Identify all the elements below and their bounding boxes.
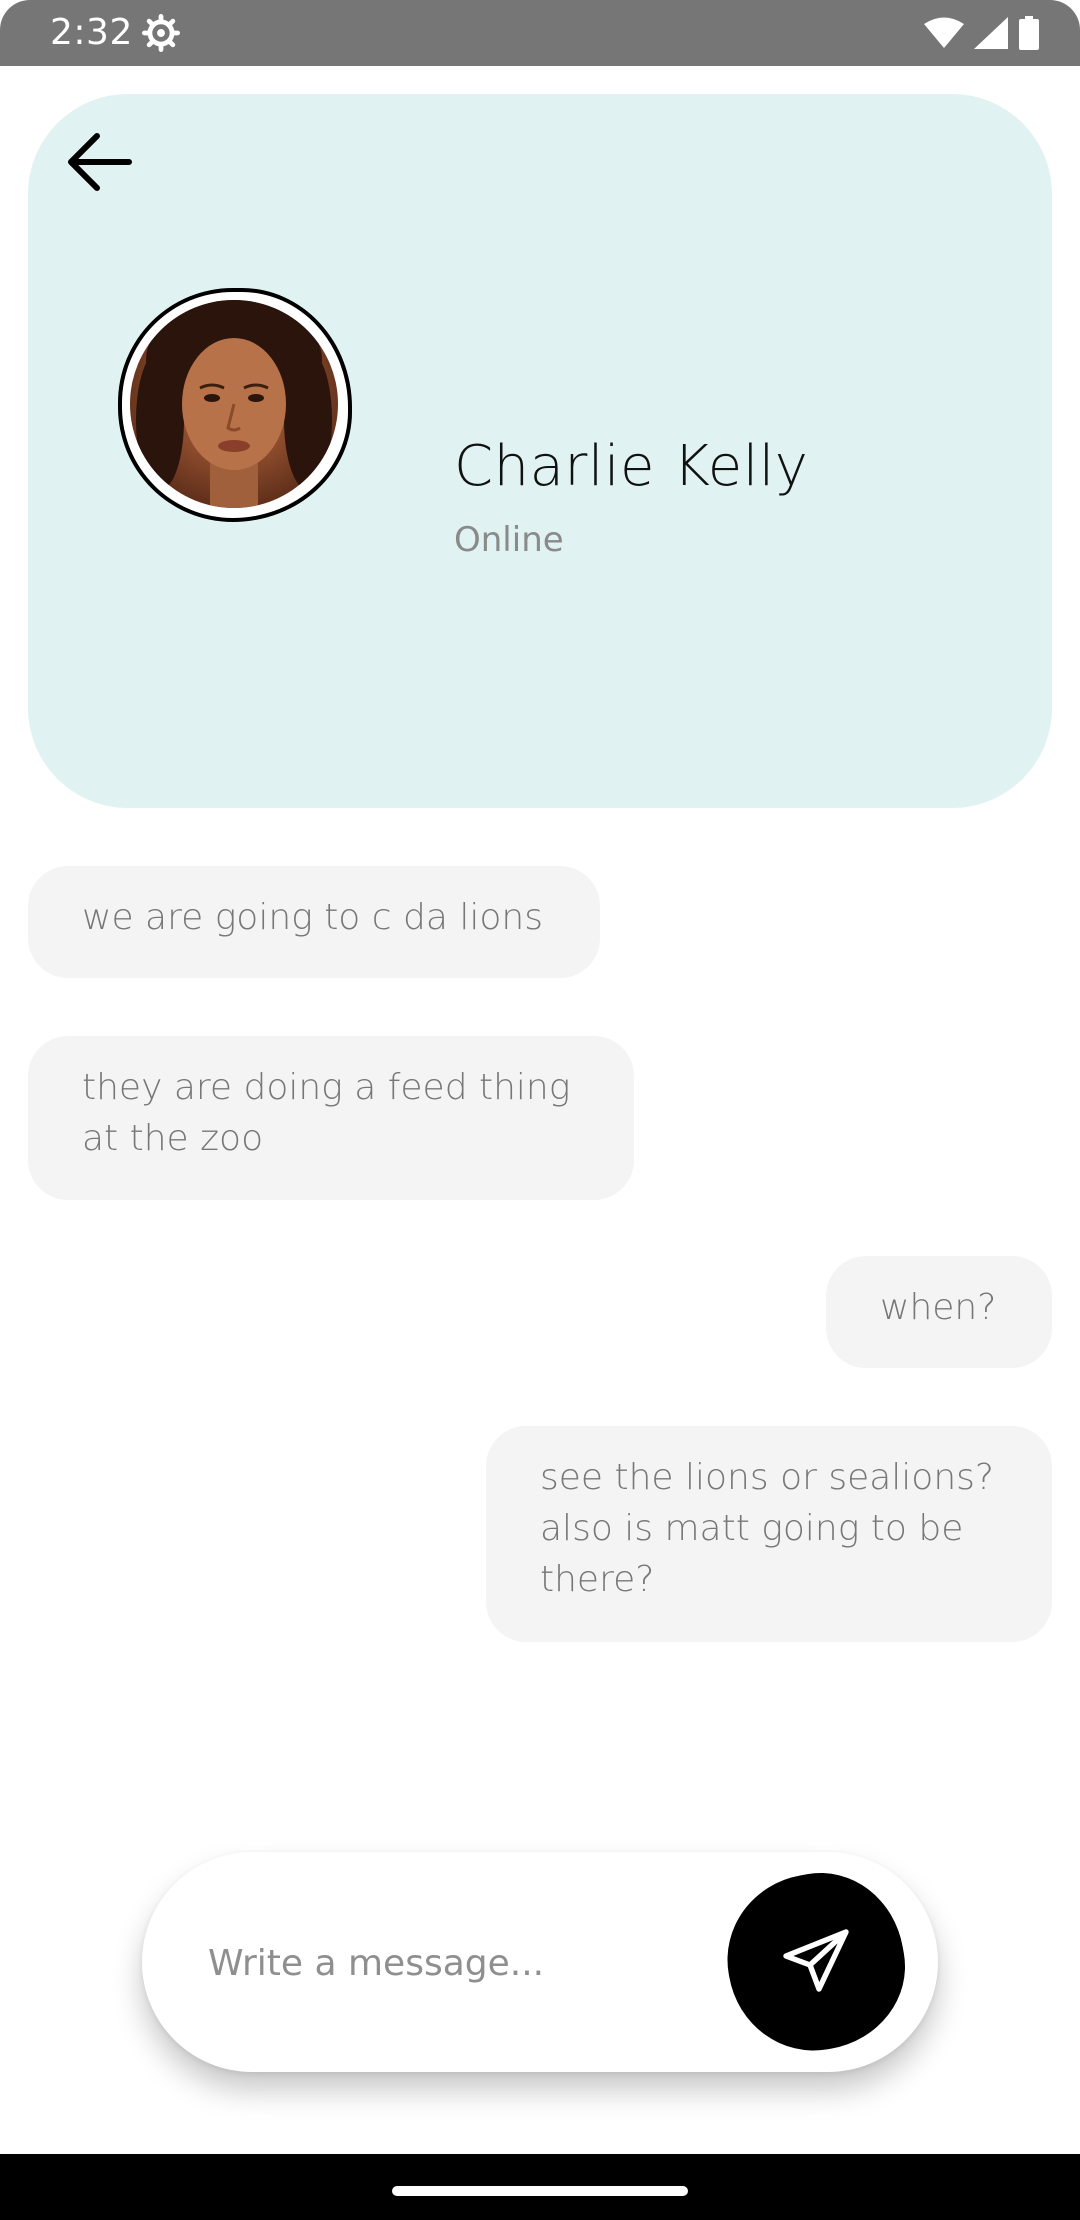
home-gesture-handle[interactable]	[392, 2186, 688, 2196]
message-bubble-outgoing: see the lions or sealions? also is matt …	[486, 1426, 1052, 1642]
contact-status: Online	[454, 520, 564, 560]
battery-icon	[1019, 16, 1039, 50]
wifi-icon	[924, 17, 964, 48]
status-time: 2:32	[50, 12, 133, 53]
message-bubble-outgoing: when?	[826, 1256, 1052, 1368]
signal-icon	[974, 17, 1008, 49]
message-bubble-incoming: we are going to c da lions	[28, 866, 600, 978]
avatar	[118, 288, 352, 522]
back-button[interactable]	[50, 112, 150, 212]
send-button[interactable]	[714, 1860, 918, 2064]
status-icons	[924, 16, 1040, 50]
arrow-left-icon	[68, 133, 132, 191]
settings-gear-icon	[142, 14, 180, 52]
send-paper-plane-icon	[783, 1929, 849, 1992]
avatar-image	[130, 300, 338, 508]
message-bubble-incoming: they are doing a feed thing at the zoo	[28, 1036, 634, 1200]
status-bar: 2:32	[0, 0, 1080, 66]
message-composer	[142, 1852, 938, 2072]
message-input[interactable]	[206, 1912, 690, 2014]
contact-name: Charlie Kelly	[454, 434, 809, 499]
